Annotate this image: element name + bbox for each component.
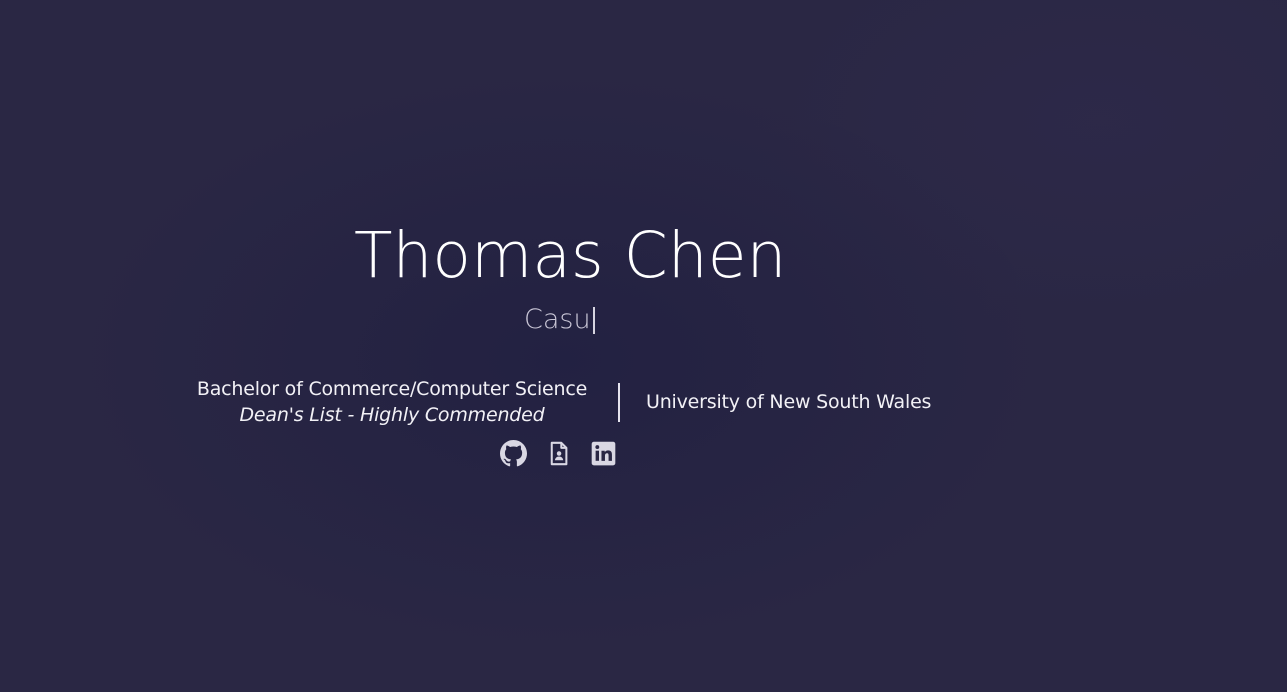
page-title: Thomas Chen — [354, 219, 787, 292]
github-link[interactable] — [500, 440, 527, 467]
github-icon — [500, 440, 527, 467]
degree-label: Bachelor of Commerce/Computer Science — [196, 378, 588, 400]
typed-tagline: Casu — [524, 302, 595, 338]
hero-section: Thomas Chen Casu Bachelor of Commerce/Co… — [0, 0, 1287, 692]
typed-tagline-text: Casu — [524, 304, 591, 335]
linkedin-icon — [590, 440, 617, 467]
social-links — [500, 440, 617, 467]
honour-label: Dean's List - Highly Commended — [239, 404, 545, 426]
education-divider — [618, 383, 620, 422]
university-label: University of New South Wales — [646, 391, 932, 413]
education-degree-block: Bachelor of Commerce/Computer Science De… — [188, 377, 596, 429]
typing-caret — [592, 306, 595, 334]
resume-icon — [545, 440, 572, 467]
linkedin-link[interactable] — [590, 440, 617, 467]
resume-link[interactable] — [545, 440, 572, 467]
